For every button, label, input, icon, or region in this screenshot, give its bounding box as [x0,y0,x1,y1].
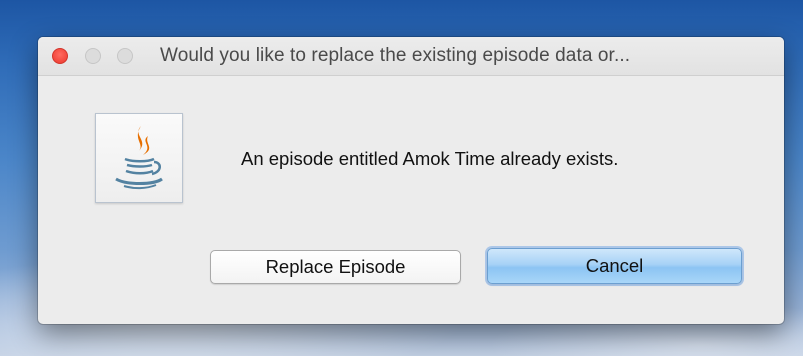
cancel-button[interactable]: Cancel [487,248,742,284]
replace-episode-button[interactable]: Replace Episode [210,250,461,284]
dialog-message: An episode entitled Amok Time already ex… [241,148,619,169]
java-cup-icon [115,126,163,190]
minimize-window-button[interactable] [85,48,101,64]
dialog-title: Would you like to replace the existing e… [160,45,631,66]
java-icon [95,113,183,203]
zoom-window-button[interactable] [117,48,133,64]
title-bar[interactable]: Would you like to replace the existing e… [38,37,784,76]
dialog-window: Would you like to replace the existing e… [38,37,784,324]
close-window-button[interactable] [52,48,68,64]
